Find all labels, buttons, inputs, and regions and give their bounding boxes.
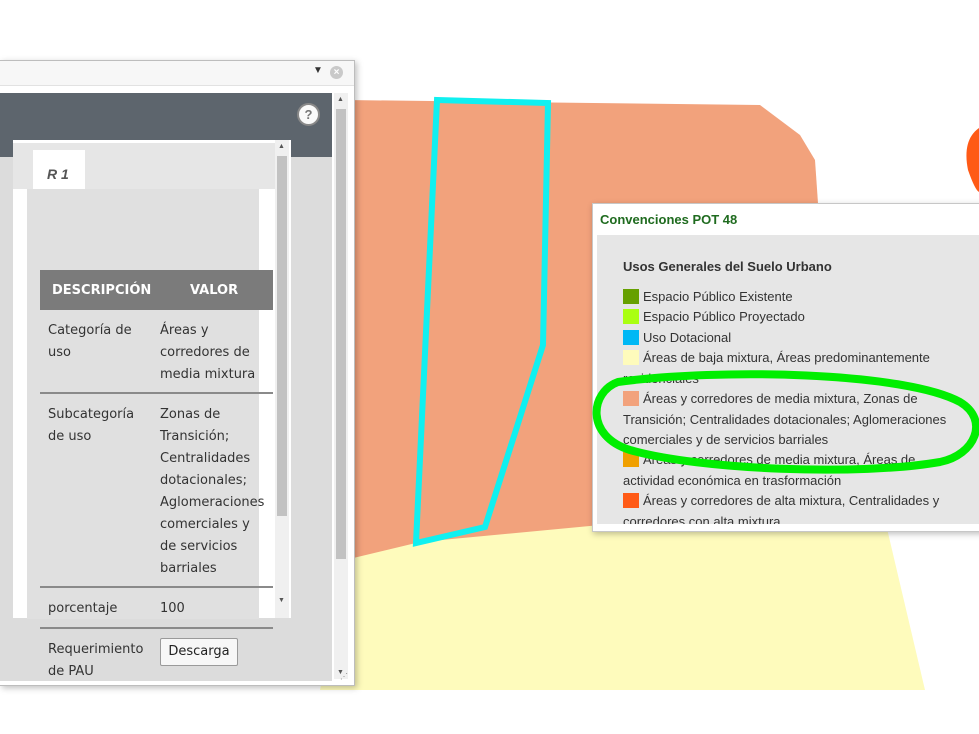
highlight-ellipse <box>592 370 979 474</box>
highlight-annotation <box>592 370 979 474</box>
